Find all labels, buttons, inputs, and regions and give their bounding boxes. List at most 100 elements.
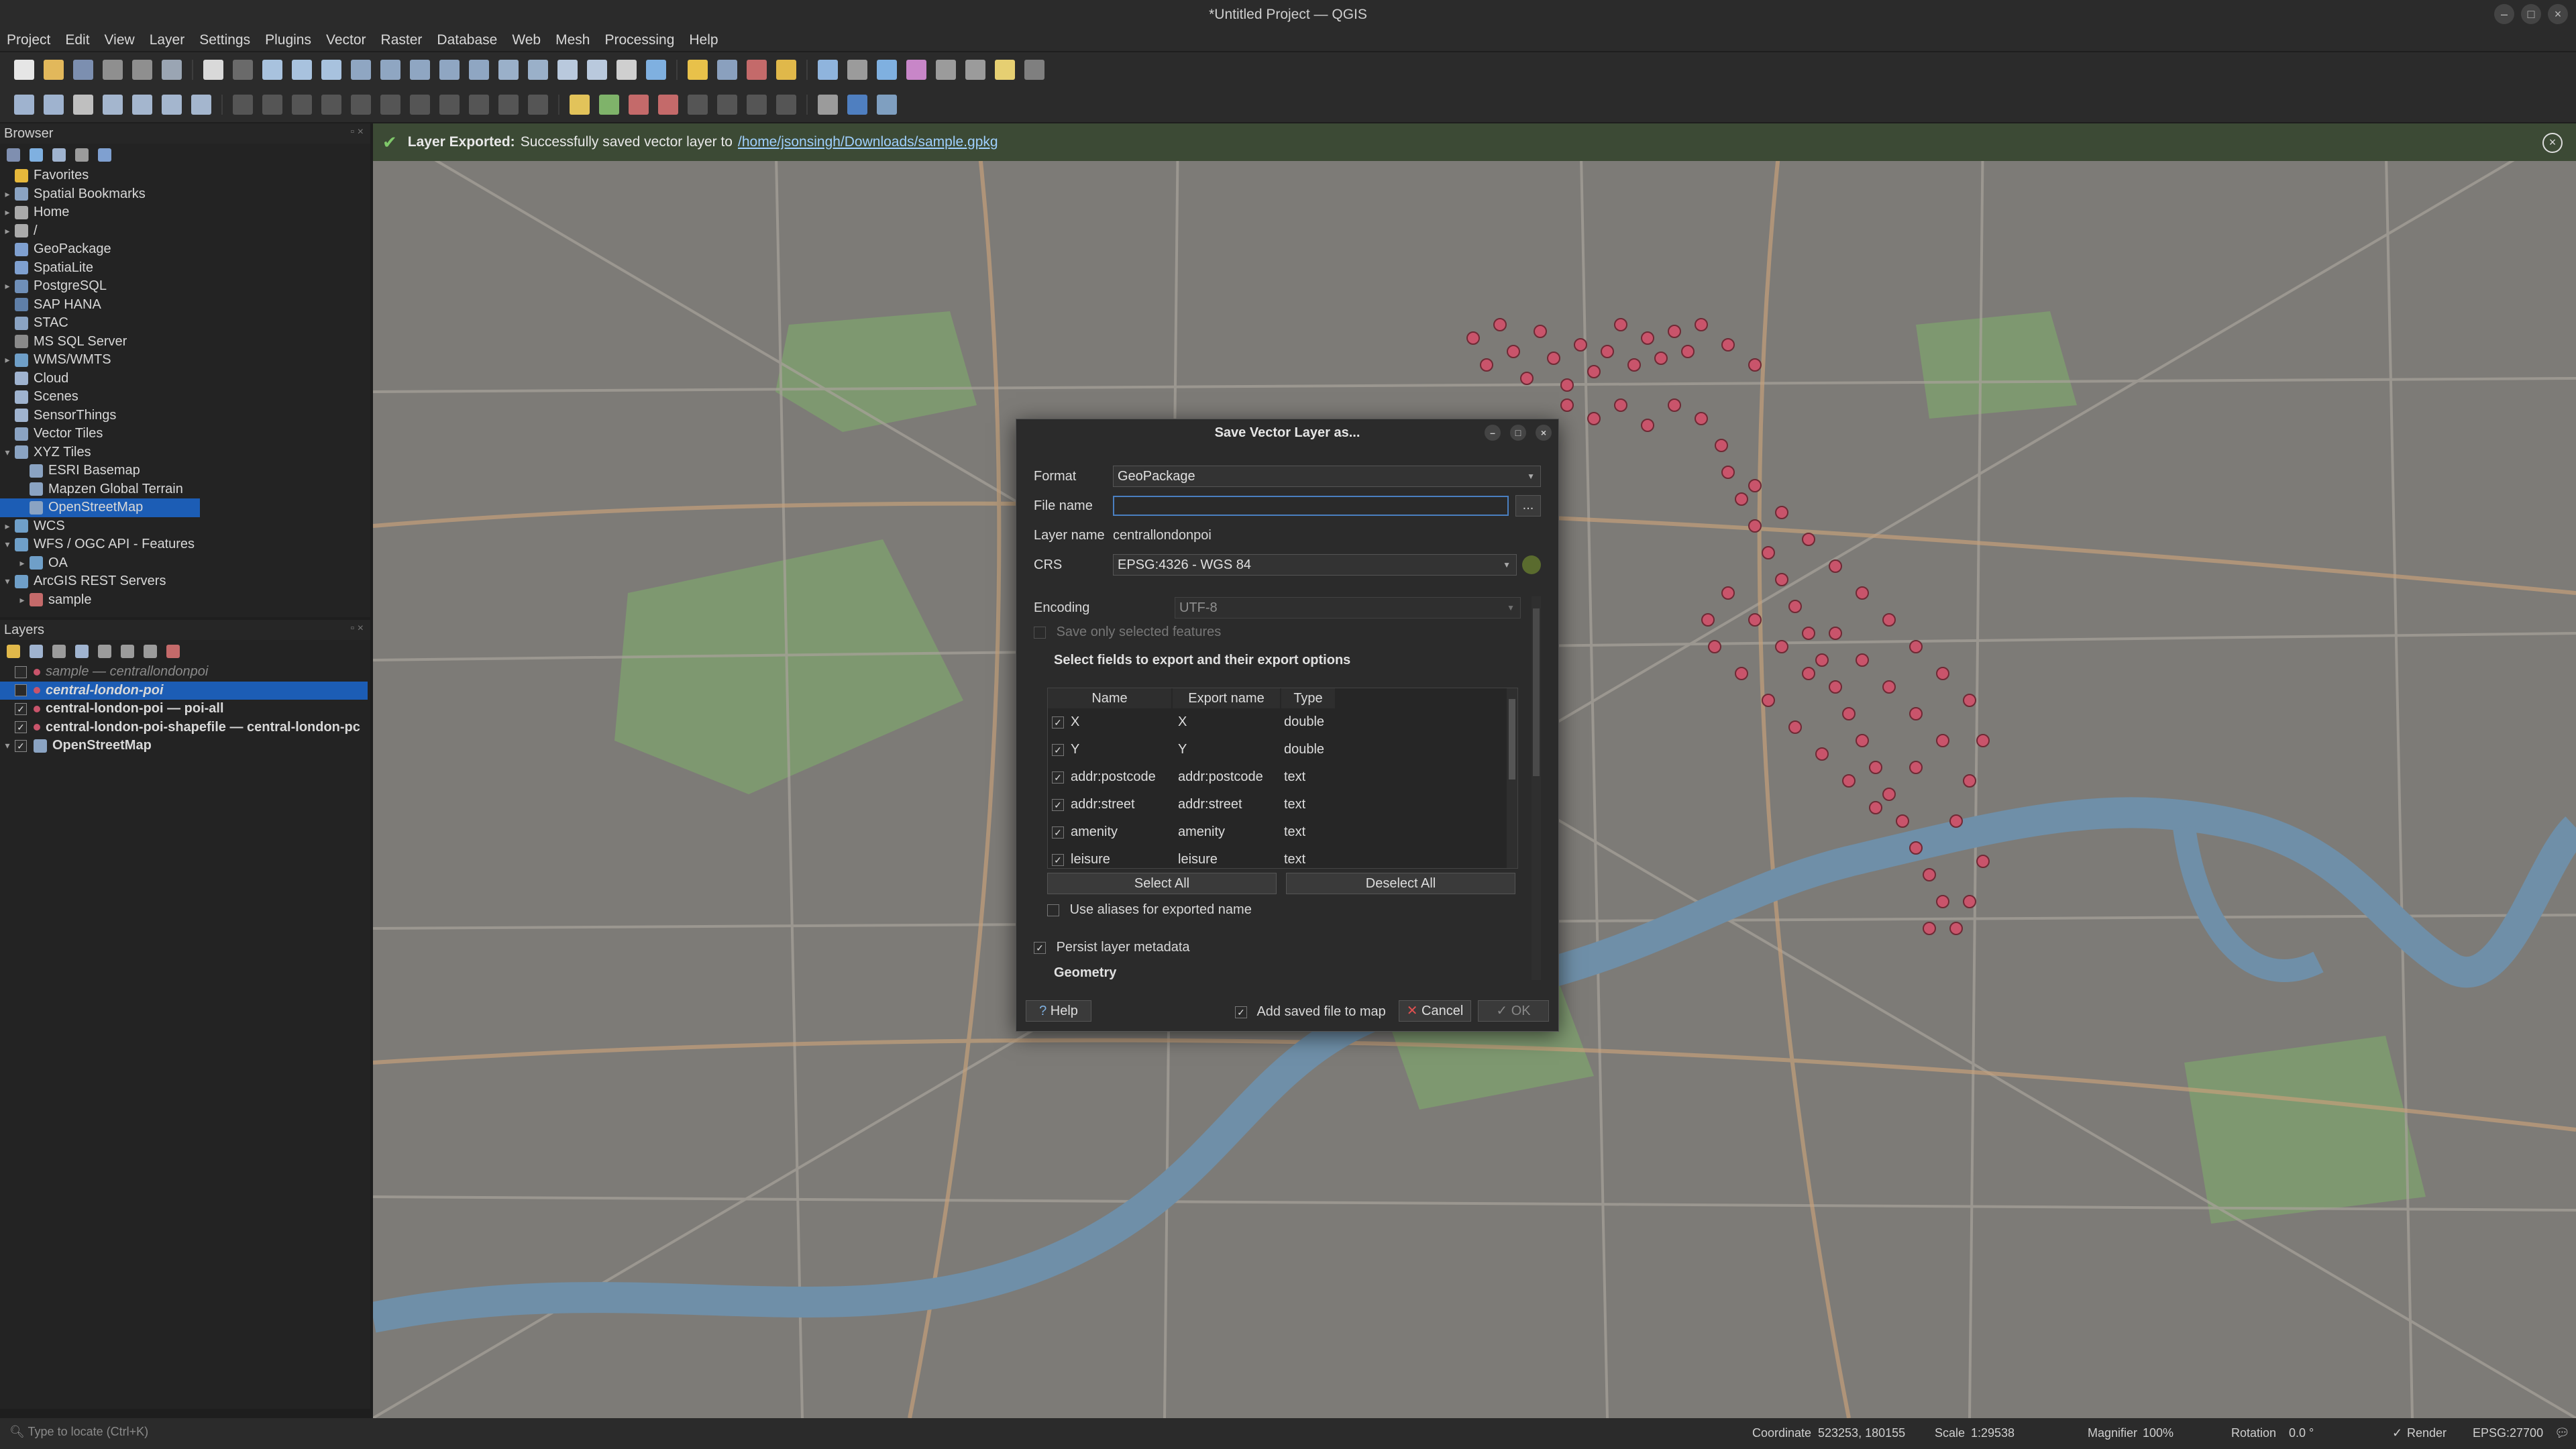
style-manager-icon[interactable] <box>162 60 182 80</box>
magnifier-value[interactable]: 100% <box>2143 1426 2174 1440</box>
move-label-icon[interactable] <box>688 95 708 115</box>
coordinate-value[interactable]: 523253, 180155 <box>1818 1426 1905 1440</box>
menu-mesh[interactable]: Mesh <box>555 32 590 48</box>
layer-row[interactable]: sample — centrallondonpoi <box>0 663 370 682</box>
filter-icon[interactable] <box>52 148 66 162</box>
column-header-name[interactable]: Name <box>1048 688 1171 708</box>
table-scrollbar[interactable] <box>1507 688 1517 868</box>
browser-item-scenes[interactable]: Scenes <box>0 388 370 407</box>
browser-item-oa[interactable]: ▸ OA <box>0 554 370 573</box>
bookmark-new-icon[interactable] <box>557 60 578 80</box>
add-vector-layer-icon[interactable] <box>191 95 211 115</box>
menu-processing[interactable]: Processing <box>604 32 674 48</box>
open-project-icon[interactable] <box>44 60 64 80</box>
message-link[interactable]: /home/jsonsingh/Downloads/sample.gpkg <box>738 134 998 150</box>
new-3d-view-icon[interactable] <box>528 60 548 80</box>
field-export-name[interactable]: addr:postcode <box>1178 763 1263 791</box>
python-console-icon[interactable] <box>847 95 867 115</box>
cancel-button[interactable]: ✕ Cancel <box>1399 1000 1471 1022</box>
minimize-icon[interactable]: – <box>2494 4 2514 24</box>
column-header-export-name[interactable]: Export name <box>1173 688 1280 708</box>
zoom-next-icon[interactable] <box>469 60 489 80</box>
minimize-icon[interactable]: – <box>1485 425 1501 441</box>
layer-visibility-checkbox[interactable] <box>15 665 27 678</box>
geometry-label[interactable]: Geometry <box>1054 965 1116 980</box>
encoding-select[interactable]: UTF-8 ▼ <box>1175 597 1521 619</box>
digitize-icon[interactable] <box>321 95 341 115</box>
add-selected-icon[interactable] <box>7 148 20 162</box>
locator-bar[interactable]: 🔍︎ Type to locate (Ctrl+K) <box>9 1425 358 1439</box>
add-to-map-checkbox[interactable]: ✓ <box>1235 1006 1247 1018</box>
field-export-name[interactable]: addr:street <box>1178 791 1242 818</box>
messages-icon[interactable]: 💬︎ <box>2555 1426 2570 1440</box>
new-shapefile-icon[interactable] <box>73 95 93 115</box>
field-export-name[interactable]: amenity <box>1178 818 1225 846</box>
attribute-table-icon[interactable] <box>847 60 867 80</box>
change-label-icon[interactable] <box>747 95 767 115</box>
browser-item-spatialite[interactable]: SpatiaLite <box>0 259 370 278</box>
expand-all-icon[interactable] <box>121 645 134 658</box>
options-scrollbar-thumb[interactable] <box>1533 608 1540 776</box>
table-row[interactable]: ✓ X X double <box>1048 708 1504 736</box>
annotation-icon[interactable] <box>1024 60 1044 80</box>
new-virtual-layer-icon[interactable] <box>132 95 152 115</box>
menu-help[interactable]: Help <box>689 32 718 48</box>
field-checkbox[interactable]: ✓ <box>1052 798 1064 811</box>
settings-gear-icon[interactable] <box>877 60 897 80</box>
zoom-in-icon[interactable] <box>262 60 282 80</box>
browser-item-stac[interactable]: STAC <box>0 314 370 333</box>
map-tips-icon[interactable] <box>995 60 1015 80</box>
browser-item-sap-hana[interactable]: SAP HANA <box>0 296 370 315</box>
select-by-value-icon[interactable] <box>717 60 737 80</box>
pin-labels-icon[interactable] <box>599 95 619 115</box>
column-header-type[interactable]: Type <box>1281 688 1335 708</box>
field-export-name[interactable]: X <box>1178 708 1187 736</box>
browser-item-cloud[interactable]: Cloud <box>0 370 370 388</box>
table-scrollbar-thumb[interactable] <box>1509 699 1515 780</box>
menu-web[interactable]: Web <box>512 32 541 48</box>
current-edits-icon[interactable] <box>233 95 253 115</box>
save-as-icon[interactable] <box>103 60 123 80</box>
browser-item-wms[interactable]: ▸ WMS/WMTS <box>0 351 370 370</box>
field-checkbox[interactable]: ✓ <box>1052 771 1064 784</box>
pan-icon[interactable] <box>203 60 223 80</box>
show-bookmarks-icon[interactable] <box>587 60 607 80</box>
zoom-selection-icon[interactable] <box>351 60 371 80</box>
browser-item-wcs[interactable]: ▸ WCS <box>0 517 370 536</box>
open-table-icon[interactable] <box>936 60 956 80</box>
undo-icon[interactable] <box>498 95 519 115</box>
layer-visibility-checkbox[interactable] <box>15 684 27 697</box>
rotate-label-icon[interactable] <box>717 95 737 115</box>
show-hide-labels-icon[interactable] <box>658 95 678 115</box>
close-icon[interactable]: × <box>2548 4 2568 24</box>
table-row[interactable]: ✓ addr:street addr:street text <box>1048 791 1504 818</box>
crs-status[interactable]: EPSG:27700 <box>2473 1426 2543 1440</box>
toggle-editing-icon[interactable] <box>262 95 282 115</box>
browser-item-vector-tiles[interactable]: Vector Tiles <box>0 425 370 443</box>
close-icon[interactable]: × <box>1536 425 1552 441</box>
new-geopackage-icon[interactable] <box>44 95 64 115</box>
layer-row[interactable]: ▾ ✓ OpenStreetMap <box>0 737 370 755</box>
format-select[interactable]: GeoPackage ▼ <box>1113 466 1541 487</box>
menu-project[interactable]: Project <box>7 32 50 48</box>
rotation-value[interactable]: 0.0 ° <box>2289 1426 2314 1440</box>
refresh-icon[interactable] <box>30 148 43 162</box>
select-features-icon[interactable] <box>688 60 708 80</box>
label-properties-icon[interactable] <box>776 95 796 115</box>
filter-legend-icon[interactable] <box>75 645 89 658</box>
browser-item-esri-basemap[interactable]: ESRI Basemap <box>0 462 370 480</box>
deselect-all-button[interactable]: Deselect All <box>1286 873 1515 894</box>
refresh-icon[interactable] <box>646 60 666 80</box>
help-button[interactable]: ? Help <box>1026 1000 1091 1022</box>
panel-close-icon[interactable]: ▫ × <box>351 126 364 138</box>
gps-icon[interactable] <box>818 95 838 115</box>
browse-button[interactable]: ... <box>1515 495 1541 517</box>
layer-row[interactable]: ✓ central-london-poi — poi-all <box>0 700 370 718</box>
maximize-icon[interactable]: □ <box>1510 425 1526 441</box>
table-row[interactable]: ✓ Y Y double <box>1048 736 1504 763</box>
field-checkbox[interactable]: ✓ <box>1052 743 1064 756</box>
layer-visibility-checkbox[interactable]: ✓ <box>15 721 27 734</box>
data-source-manager-icon[interactable] <box>14 95 34 115</box>
measure-icon[interactable] <box>965 60 985 80</box>
delete-selected-icon[interactable] <box>380 95 400 115</box>
